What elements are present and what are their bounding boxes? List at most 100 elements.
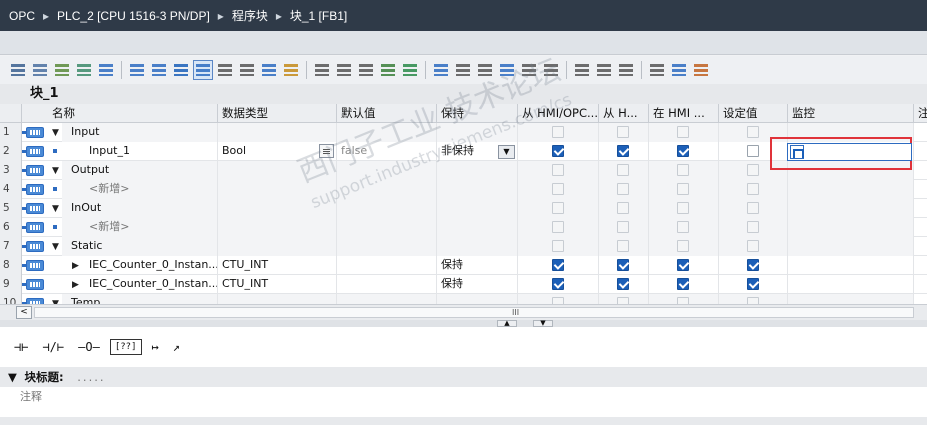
breadcrumb-item[interactable]: 块_1 [FB1] [290, 7, 347, 24]
hmi-access-checkbox[interactable] [677, 240, 689, 252]
variable-name[interactable]: Temp [62, 294, 218, 304]
column-header[interactable]: 在 HMI ... [649, 104, 719, 123]
next-button[interactable] [519, 60, 539, 80]
prev-button[interactable] [541, 60, 561, 80]
hmi-access-checkbox[interactable] [677, 278, 689, 290]
default-value[interactable] [337, 180, 437, 199]
data-type[interactable] [218, 294, 337, 304]
hmi-access-checkbox[interactable] [617, 164, 629, 176]
hmi-access-checkbox[interactable] [617, 278, 629, 290]
data-type[interactable] [218, 199, 337, 218]
hmi-access-checkbox[interactable] [617, 259, 629, 271]
table-row[interactable]: 10 ▼ Temp [0, 294, 927, 304]
hmi-access-checkbox[interactable] [677, 259, 689, 271]
setpoint-checkbox[interactable] [747, 297, 759, 304]
setpoint-checkbox[interactable] [747, 145, 759, 157]
retain-value[interactable] [437, 180, 518, 199]
bookmark-button[interactable] [497, 60, 517, 80]
table-row[interactable]: 5 ▼ InOut [0, 199, 927, 218]
column-header[interactable]: 数据类型 [218, 104, 337, 123]
table-row[interactable]: 6 <新增> [0, 218, 927, 237]
variable-name[interactable]: Output [62, 161, 218, 180]
nc-contact-button[interactable]: ⊣/⊢ [38, 336, 68, 358]
compile-button[interactable] [378, 60, 398, 80]
variable-name[interactable]: <新增> [62, 218, 218, 237]
variable-name[interactable]: InOut [62, 199, 218, 218]
goto-button[interactable] [334, 60, 354, 80]
data-type[interactable] [218, 218, 337, 237]
column-header[interactable]: 名称 [22, 104, 218, 123]
default-value[interactable] [337, 256, 437, 275]
table-row[interactable]: 9 ▶ IEC_Counter_0_Instan... CTU_INT 保持 [0, 275, 927, 294]
retain-dropdown-button[interactable]: ▼ [498, 145, 515, 159]
monitor-button[interactable] [96, 60, 116, 80]
tree-view-button[interactable] [171, 60, 191, 80]
variable-name[interactable]: <新增> [62, 180, 218, 199]
hmi-access-checkbox[interactable] [677, 183, 689, 195]
retain-value[interactable]: 保持 [437, 275, 518, 294]
setpoint-checkbox[interactable] [747, 259, 759, 271]
no-contact-button[interactable]: ⊣⊢ [10, 336, 32, 358]
setpoint-checkbox[interactable] [747, 240, 759, 252]
expand-down-icon[interactable]: ▼ [52, 204, 59, 214]
insert-row-button[interactable] [8, 60, 28, 80]
filter-button[interactable] [281, 60, 301, 80]
block-title-value[interactable]: ..... [77, 370, 105, 384]
hmi-access-checkbox[interactable] [617, 126, 629, 138]
list-view-button[interactable] [127, 60, 147, 80]
outdent-button[interactable] [475, 60, 495, 80]
column-header[interactable]: 保持 [437, 104, 518, 123]
collapse-icon[interactable]: ▼ [8, 370, 17, 384]
retain-value[interactable] [437, 237, 518, 256]
hmi-access-checkbox[interactable] [552, 297, 564, 304]
hmi-access-checkbox[interactable] [552, 164, 564, 176]
monitor-trigger-icon[interactable] [790, 145, 804, 159]
scroll-thumb[interactable] [34, 307, 914, 318]
hmi-access-checkbox[interactable] [552, 202, 564, 214]
column-header[interactable]: 设定值 [719, 104, 788, 123]
default-value[interactable]: false [337, 142, 437, 161]
variable-name[interactable]: Input_1 [62, 142, 218, 161]
hmi-access-checkbox[interactable] [552, 259, 564, 271]
variable-name[interactable]: IEC_Counter_0_Instan... [62, 275, 218, 294]
splitter-down-button[interactable]: ▼ [533, 320, 553, 327]
snapshot-button[interactable] [616, 60, 636, 80]
default-value[interactable] [337, 123, 437, 142]
hmi-access-checkbox[interactable] [617, 297, 629, 304]
variable-name[interactable]: Input [62, 123, 218, 142]
variable-name[interactable]: Static [62, 237, 218, 256]
type-picker-icon[interactable] [319, 144, 334, 158]
detail-view-button[interactable] [149, 60, 169, 80]
hmi-access-checkbox[interactable] [552, 183, 564, 195]
hmi-access-checkbox[interactable] [677, 145, 689, 157]
hmi-access-checkbox[interactable] [617, 221, 629, 233]
setpoint-checkbox[interactable] [747, 126, 759, 138]
monitor-cell-editor[interactable] [787, 143, 912, 161]
watch-button[interactable] [669, 60, 689, 80]
hmi-access-checkbox[interactable] [677, 202, 689, 214]
data-type[interactable] [218, 161, 337, 180]
default-value[interactable] [337, 199, 437, 218]
default-value[interactable] [337, 161, 437, 180]
hmi-access-checkbox[interactable] [552, 126, 564, 138]
retain-value[interactable] [437, 218, 518, 237]
hmi-access-checkbox[interactable] [552, 278, 564, 290]
breadcrumb-item[interactable]: 程序块 [232, 7, 268, 24]
column-header[interactable]: 从 H... [599, 104, 649, 123]
horizontal-scrollbar[interactable]: < III [0, 304, 927, 320]
network-1-header[interactable] [0, 417, 927, 425]
retain-value[interactable] [437, 161, 518, 180]
data-type[interactable] [218, 180, 337, 199]
setpoint-checkbox[interactable] [747, 202, 759, 214]
monitor-all-button[interactable] [594, 60, 614, 80]
insert-multi-button[interactable] [259, 60, 279, 80]
setpoint-checkbox[interactable] [747, 164, 759, 176]
hmi-access-checkbox[interactable] [552, 145, 564, 157]
scroll-left-button[interactable]: < [16, 306, 32, 319]
zoom-in-button[interactable] [356, 60, 376, 80]
find-button[interactable] [312, 60, 332, 80]
hmi-access-checkbox[interactable] [677, 126, 689, 138]
hmi-access-checkbox[interactable] [617, 145, 629, 157]
splitter-up-button[interactable]: ▲ [497, 320, 517, 327]
indent-button[interactable] [453, 60, 473, 80]
